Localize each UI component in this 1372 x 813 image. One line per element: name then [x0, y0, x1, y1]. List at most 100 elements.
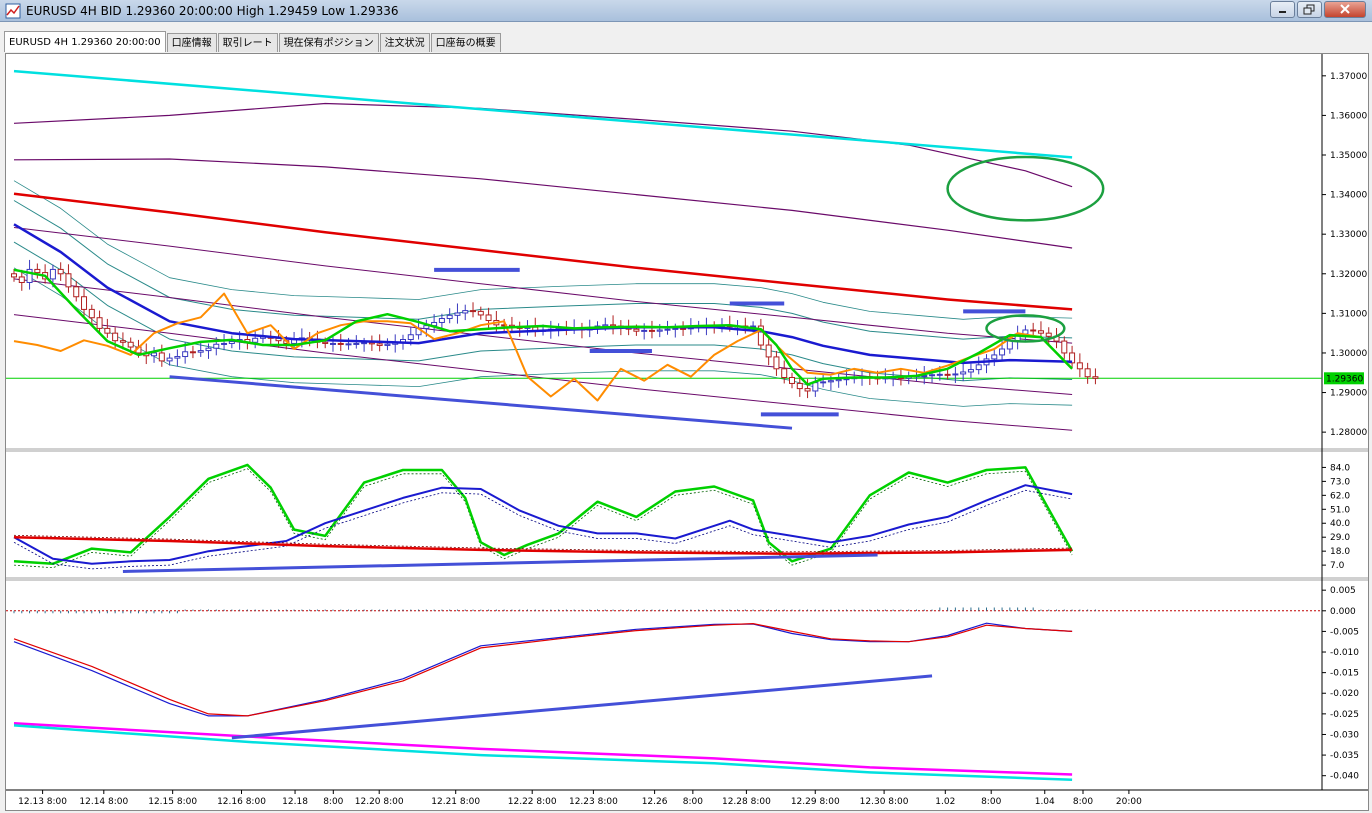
candle-body	[337, 342, 344, 345]
candle-body	[773, 356, 780, 370]
candle-body	[322, 341, 329, 344]
tab-account-info[interactable]: 口座情報	[166, 33, 217, 52]
candle-body	[765, 344, 772, 358]
price-tick-label: 1.36000	[1330, 111, 1367, 121]
time-tick-label: 12.22 8:00	[508, 797, 557, 807]
maximize-button[interactable]	[1297, 1, 1322, 18]
macd-tick-label: -0.030	[1330, 730, 1359, 740]
minimize-button[interactable]	[1270, 1, 1295, 18]
close-icon	[1340, 4, 1350, 14]
time-tick-label: 12.18	[282, 797, 308, 807]
candle-body	[174, 356, 181, 359]
time-tick-label: 8:00	[981, 797, 1001, 807]
tab-account-summary[interactable]: 口座毎の概要	[430, 33, 501, 52]
candle-body	[158, 352, 165, 362]
time-tick-label: 20:00	[1116, 797, 1142, 807]
chart-window[interactable]: 1.37000 1.36000 1.35000 1.34000 1.33000 1.320…	[5, 53, 1369, 811]
candle-body	[462, 310, 469, 314]
mid-ma-line	[13, 192, 1073, 311]
time-tick-label: 12.29 8:00	[791, 797, 840, 807]
candle-body	[65, 273, 72, 288]
time-tick-label: 12.16 8:00	[217, 797, 266, 807]
price-tick-label: 1.31000	[1330, 309, 1367, 319]
candle-body	[804, 388, 811, 392]
stochastic-panel[interactable]	[13, 463, 1074, 573]
annotation-line	[231, 674, 933, 740]
annotation-line	[169, 375, 793, 430]
panel-separator-2[interactable]	[6, 577, 1368, 581]
macd-long-line-magenta	[13, 722, 1073, 776]
stoch-tick-label: 51.0	[1330, 505, 1350, 515]
window-titlebar: EURUSD 4H BID 1.29360 20:00:00 High 1.29…	[0, 0, 1372, 22]
macd-line	[13, 622, 1073, 717]
candle-body	[384, 343, 391, 346]
candle-body	[835, 378, 842, 382]
candle-body	[1084, 368, 1091, 378]
candle-body	[680, 327, 687, 330]
annotation-line	[122, 553, 878, 573]
close-button[interactable]	[1324, 1, 1366, 18]
candle-body	[361, 342, 368, 345]
macd-tick-label: -0.015	[1330, 669, 1359, 679]
candle-body	[1006, 340, 1013, 350]
candle-body	[11, 273, 17, 278]
macd-signal-line	[13, 622, 1073, 717]
candle-body	[789, 377, 795, 384]
tab-rates[interactable]: 取引レート	[217, 33, 278, 52]
stoch-tick-label: 40.0	[1330, 519, 1350, 529]
time-axis: 12.13 8:00 12.14 8:00 12.15 8:00 12.16 8:00…	[18, 790, 1142, 807]
time-tick-label: 8:00	[1073, 797, 1093, 807]
time-tick-label: 12.14 8:00	[79, 797, 128, 807]
candle-body	[454, 312, 461, 316]
candle-body	[96, 317, 103, 329]
price-tick-label: 1.37000	[1330, 72, 1367, 82]
candle-body	[602, 324, 609, 327]
candle-body	[252, 337, 259, 343]
candle-body	[228, 340, 235, 344]
candle-body	[166, 357, 173, 362]
tab-bar: EURUSD 4H 1.29360 20:00:00 口座情報 取引レート 現在…	[4, 31, 502, 53]
candle-body	[151, 352, 158, 357]
time-tick-label: 8:00	[683, 797, 703, 807]
window-controls	[1268, 1, 1366, 19]
panel-separator-1[interactable]	[6, 448, 1368, 452]
macd-tick-label: 0.000	[1330, 607, 1356, 617]
candle-body	[656, 329, 663, 332]
candle-body	[88, 308, 95, 319]
long-ma-line	[13, 69, 1073, 159]
price-tick-label: 1.33000	[1330, 230, 1367, 240]
time-tick-label: 12.28 8:00	[722, 797, 771, 807]
stoch-tick-label: 73.0	[1330, 477, 1350, 487]
time-tick-label: 12.21 8:00	[431, 797, 480, 807]
candle-body	[485, 314, 492, 321]
minimize-icon	[1279, 11, 1286, 13]
restore-icon	[1303, 4, 1315, 15]
chart-app-icon	[5, 3, 21, 19]
candle-body	[648, 329, 655, 332]
candle-body	[960, 371, 967, 375]
stoch-tick-label: 62.0	[1330, 491, 1350, 501]
bollinger-upper-line	[13, 200, 1073, 340]
tab-positions[interactable]: 現在保有ポジション	[278, 33, 379, 52]
price-panel[interactable]	[6, 69, 1322, 431]
macd-panel[interactable]	[6, 607, 1322, 782]
current-price-label: 1.29360	[1326, 374, 1363, 384]
candle-body	[438, 318, 445, 323]
candle-body	[34, 268, 41, 274]
annotation-ellipse	[946, 155, 1105, 222]
candle-body	[991, 354, 998, 360]
macd-tick-label: -0.035	[1330, 751, 1359, 761]
tab-chart-eurusd[interactable]: EURUSD 4H 1.29360 20:00:00	[4, 31, 166, 52]
tab-orders[interactable]: 注文状況	[379, 33, 430, 52]
envelope-mid-line	[13, 158, 1073, 249]
price-tick-label: 1.34000	[1330, 191, 1367, 201]
price-axis: 1.37000 1.36000 1.35000 1.34000 1.33000 1.320…	[1322, 72, 1367, 438]
stoch-tick-label: 18.0	[1330, 547, 1350, 557]
time-tick-label: 12.30 8:00	[860, 797, 909, 807]
candle-body	[936, 373, 943, 376]
chart-canvas[interactable]: 1.37000 1.36000 1.35000 1.34000 1.33000 1.320…	[6, 54, 1368, 810]
bollinger-lower-line	[13, 241, 1073, 382]
candle-body	[213, 343, 220, 349]
candle-body	[827, 380, 834, 383]
candle-body	[18, 276, 25, 283]
